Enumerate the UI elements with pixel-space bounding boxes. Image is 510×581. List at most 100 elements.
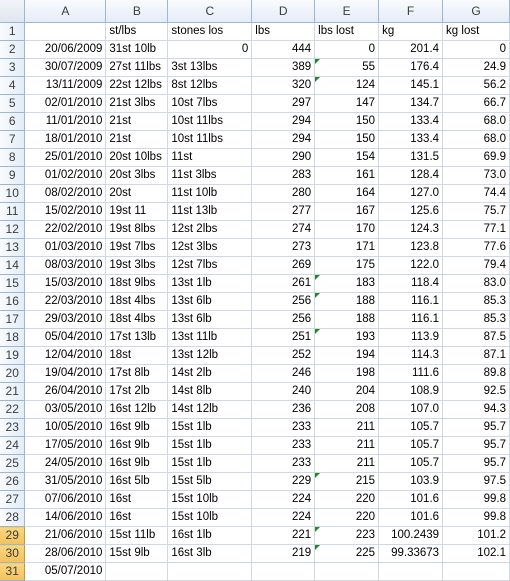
row-header[interactable]: 31 <box>0 562 26 581</box>
cell-lbs[interactable]: 320 <box>251 76 316 95</box>
row-header[interactable]: 23 <box>0 418 26 437</box>
cell-stones-lost[interactable]: 8st 12lbs <box>167 76 253 95</box>
cell-lbs-lost[interactable]: 223 <box>314 526 380 545</box>
row-header[interactable]: 24 <box>0 436 26 455</box>
cell-kg[interactable]: 105.7 <box>378 436 444 455</box>
cell-date[interactable]: 31/05/2010 <box>24 472 107 491</box>
cell-stones-lost[interactable]: 15st 1lb <box>167 454 253 473</box>
cell-lbs[interactable]: 229 <box>251 472 316 491</box>
cell-lbs-lost[interactable]: 193 <box>314 328 380 347</box>
cell-kg-lost[interactable]: 94.3 <box>442 400 510 419</box>
row-header[interactable]: 5 <box>0 94 26 113</box>
column-header-e[interactable]: E <box>314 0 380 23</box>
cell-stlbs[interactable]: 16st 5lb <box>105 472 169 491</box>
row-header[interactable]: 15 <box>0 274 26 293</box>
cell-lbs-lost-header[interactable]: lbs lost <box>314 22 380 41</box>
cell-date[interactable]: 29/03/2010 <box>24 310 107 329</box>
cell-lbs[interactable]: 261 <box>251 274 316 293</box>
cell-stlbs[interactable]: 18st 4lbs <box>105 292 169 311</box>
cell-stlbs[interactable]: 19st 8lbs <box>105 220 169 239</box>
column-header-d[interactable]: D <box>251 0 316 23</box>
cell-lbs[interactable]: 290 <box>251 148 316 167</box>
cell-lbs-lost[interactable]: 147 <box>314 94 380 113</box>
cell-date[interactable]: 15/03/2010 <box>24 274 107 293</box>
cell-kg[interactable]: 103.9 <box>378 472 444 491</box>
cell-kg[interactable]: 114.3 <box>378 346 444 365</box>
row-header[interactable]: 8 <box>0 148 26 167</box>
cell-date[interactable]: 11/01/2010 <box>24 112 107 131</box>
cell-date[interactable]: 26/04/2010 <box>24 382 107 401</box>
cell-lbs-lost[interactable]: 220 <box>314 508 380 527</box>
cell-lbs-lost[interactable]: 211 <box>314 418 380 437</box>
cell-lbs[interactable]: 444 <box>251 40 316 59</box>
cell-lbs-lost[interactable]: 194 <box>314 346 380 365</box>
cell-kg[interactable]: 128.4 <box>378 166 444 185</box>
row-header[interactable]: 4 <box>0 76 26 95</box>
row-header[interactable]: 18 <box>0 328 26 347</box>
cell-stones-lost[interactable]: 13st 12lb <box>167 346 253 365</box>
cell-kg[interactable]: 100.2439 <box>378 526 444 545</box>
cell-stlbs[interactable]: 20st 3lbs <box>105 166 169 185</box>
cell-lbs-lost[interactable]: 150 <box>314 112 380 131</box>
column-header-f[interactable]: F <box>378 0 444 23</box>
cell-kg-lost[interactable]: 73.0 <box>442 166 510 185</box>
cell-kg-lost[interactable]: 87.1 <box>442 346 510 365</box>
cell-stones-lost[interactable]: 0 <box>167 40 253 59</box>
cell-kg-lost[interactable]: 89.8 <box>442 364 510 383</box>
cell-stlbs[interactable]: 17st 2lb <box>105 382 169 401</box>
cell-lbs-lost[interactable]: 198 <box>314 364 380 383</box>
cell-lbs[interactable]: 252 <box>251 346 316 365</box>
cell-stones-lost-header[interactable]: stones los <box>167 22 253 41</box>
cell-kg-lost[interactable]: 68.0 <box>442 130 510 149</box>
cell-stlbs[interactable]: 20st <box>105 184 169 203</box>
cell-lbs-lost[interactable]: 124 <box>314 76 380 95</box>
cell-lbs-lost[interactable] <box>314 562 380 581</box>
row-header[interactable]: 25 <box>0 454 26 473</box>
cell-date[interactable]: 24/05/2010 <box>24 454 107 473</box>
cell-kg[interactable]: 122.0 <box>378 256 444 275</box>
row-header[interactable]: 13 <box>0 238 26 257</box>
cell-kg[interactable]: 105.7 <box>378 454 444 473</box>
cell-lbs[interactable]: 233 <box>251 418 316 437</box>
cell-stones-lost[interactable]: 12st 3lbs <box>167 238 253 257</box>
cell-stones-lost[interactable]: 14st 2lb <box>167 364 253 383</box>
cell-lbs-lost[interactable]: 211 <box>314 454 380 473</box>
cell-lbs-lost[interactable]: 0 <box>314 40 380 59</box>
cell-stlbs[interactable]: 16st 9lb <box>105 454 169 473</box>
cell-stlbs[interactable]: 16st 12lb <box>105 400 169 419</box>
cell-lbs[interactable]: 273 <box>251 238 316 257</box>
row-header[interactable]: 3 <box>0 58 26 77</box>
cell-kg-lost[interactable]: 79.4 <box>442 256 510 275</box>
cell-kg[interactable]: 107.0 <box>378 400 444 419</box>
cell-lbs-lost[interactable]: 164 <box>314 184 380 203</box>
cell-lbs[interactable]: 251 <box>251 328 316 347</box>
cell-stones-lost[interactable]: 11st 10lb <box>167 184 253 203</box>
cell-stones-lost[interactable]: 16st 3lb <box>167 544 253 563</box>
cell-kg[interactable]: 145.1 <box>378 76 444 95</box>
cell-lbs-lost[interactable]: 170 <box>314 220 380 239</box>
cell-kg-lost[interactable]: 92.5 <box>442 382 510 401</box>
cell-stlbs[interactable]: 16st 9lb <box>105 436 169 455</box>
row-header[interactable]: 1 <box>0 22 26 41</box>
cell-lbs[interactable]: 297 <box>251 94 316 113</box>
cell-lbs-lost[interactable]: 175 <box>314 256 380 275</box>
cell-date[interactable]: 14/06/2010 <box>24 508 107 527</box>
cell-kg-lost[interactable]: 24.9 <box>442 58 510 77</box>
cell-lbs[interactable]: 224 <box>251 508 316 527</box>
cell-stones-lost[interactable]: 15st 1lb <box>167 436 253 455</box>
cell-lbs[interactable]: 277 <box>251 202 316 221</box>
row-header[interactable]: 27 <box>0 490 26 509</box>
cell-kg-lost[interactable]: 83.0 <box>442 274 510 293</box>
cell-stones-lost[interactable]: 15st 10lb <box>167 508 253 527</box>
cell-kg-lost[interactable]: 87.5 <box>442 328 510 347</box>
cell-lbs-lost[interactable]: 208 <box>314 400 380 419</box>
cell-lbs-lost[interactable]: 55 <box>314 58 380 77</box>
cell-stones-lost[interactable]: 11st 13lb <box>167 202 253 221</box>
cell-date[interactable]: 01/02/2010 <box>24 166 107 185</box>
cell-kg-lost[interactable]: 68.0 <box>442 112 510 131</box>
cell-stones-lost[interactable]: 13st 6lb <box>167 310 253 329</box>
row-header[interactable]: 17 <box>0 310 26 329</box>
cell-kg[interactable]: 131.5 <box>378 148 444 167</box>
cell-stones-lost[interactable]: 12st 7lbs <box>167 256 253 275</box>
cell-lbs-lost[interactable]: 154 <box>314 148 380 167</box>
